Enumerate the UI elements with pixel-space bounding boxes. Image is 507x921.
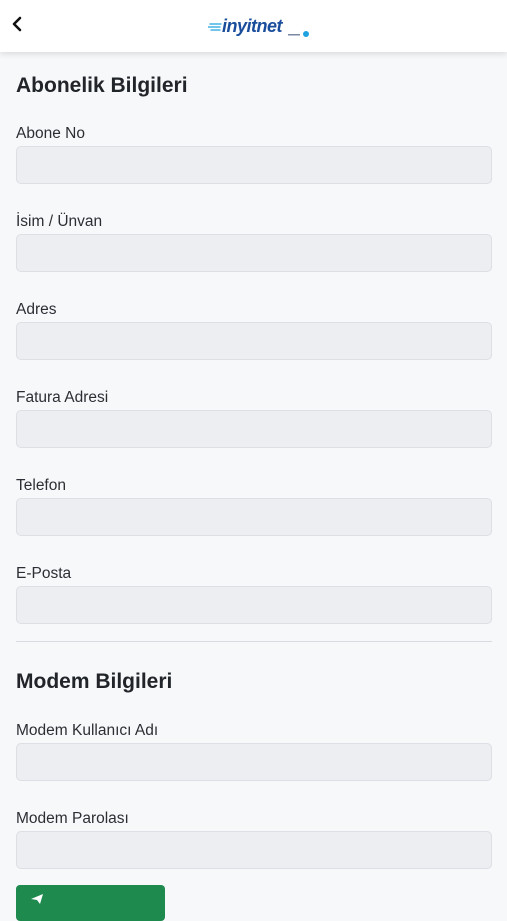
email-label: E-Posta	[16, 565, 72, 582]
name-title-label: İsim / Ünvan	[16, 213, 103, 230]
modem-password-label: Modem Parolası	[16, 810, 129, 827]
billing-address-input[interactable]	[16, 410, 492, 448]
back-button[interactable]	[6, 12, 28, 36]
phone-label: Telefon	[16, 477, 66, 494]
modem-section-title: Modem Bilgileri	[16, 670, 173, 693]
top-app-bar: inyitnet	[0, 0, 507, 52]
address-label: Adres	[16, 301, 57, 318]
section-divider	[16, 641, 492, 642]
name-title-input[interactable]	[16, 234, 492, 272]
send-icon	[31, 894, 43, 904]
subscriber-no-input[interactable]	[16, 146, 492, 184]
modem-username-label: Modem Kullanıcı Adı	[16, 722, 159, 739]
svg-text:inyitnet: inyitnet	[222, 16, 284, 36]
modem-username-input[interactable]	[16, 743, 492, 781]
billing-address-label: Fatura Adresi	[16, 389, 109, 406]
chevron-left-icon	[12, 16, 22, 32]
address-input[interactable]	[16, 322, 492, 360]
modem-password-input[interactable]	[16, 831, 492, 869]
phone-input[interactable]	[16, 498, 492, 536]
subscriber-no-label: Abone No	[16, 125, 85, 142]
email-input[interactable]	[16, 586, 492, 624]
sms-button[interactable]	[16, 885, 165, 921]
subscription-section-title: Abonelik Bilgileri	[16, 74, 188, 97]
inyitnet-logo: inyitnet	[208, 16, 309, 37]
